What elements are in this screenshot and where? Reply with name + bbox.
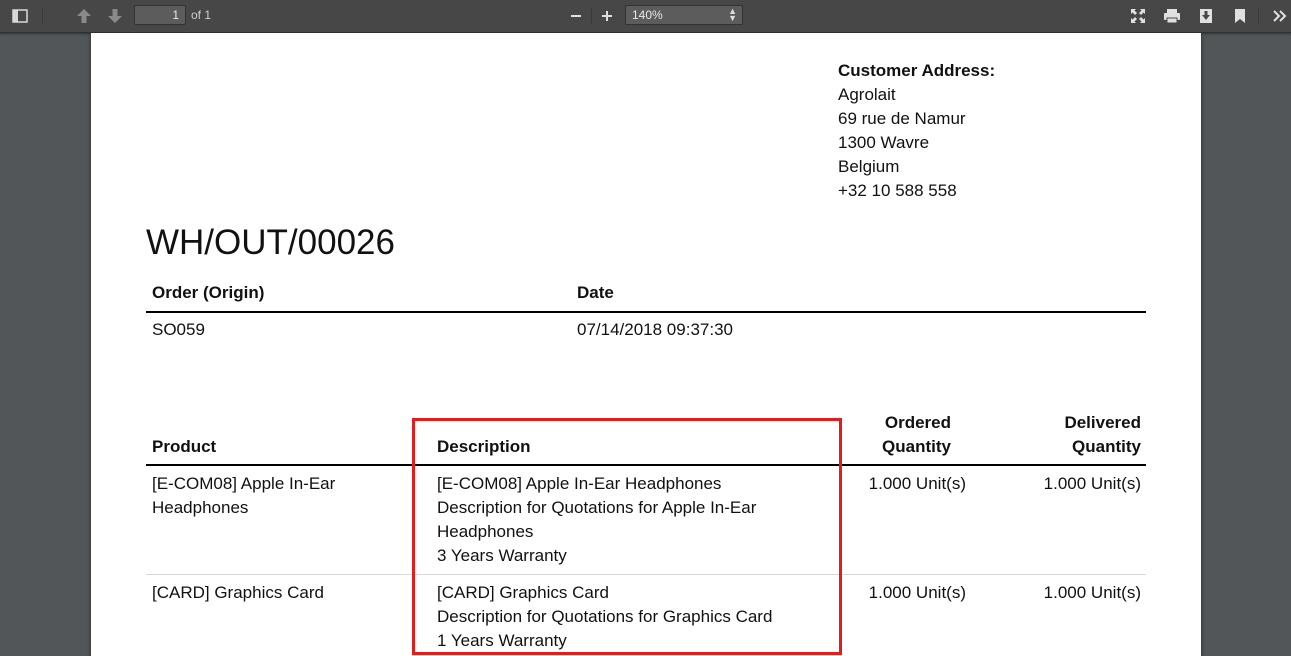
- arrow-up-icon: [77, 9, 91, 23]
- customer-address: Customer Address: Agrolait 69 rue de Nam…: [838, 59, 995, 203]
- description-line: [CARD] Graphics Card: [437, 583, 609, 602]
- header-product: Product: [152, 437, 217, 456]
- header-delivered-quantity: Delivered Quantity: [1021, 411, 1141, 459]
- header-ordered-quantity: Ordered Quantity: [851, 411, 951, 459]
- description-line: [E-COM08] Apple In-Ear Headphones: [437, 474, 722, 493]
- sidebar-toggle-button[interactable]: [8, 4, 32, 28]
- zoom-in-button[interactable]: [595, 4, 619, 28]
- row-divider: [146, 574, 1146, 575]
- tools-button[interactable]: [1268, 4, 1291, 28]
- zoom-select[interactable]: 140% ▲ ▼: [625, 5, 743, 25]
- page-count: of 1: [191, 8, 212, 22]
- header-order-origin: Order (Origin): [152, 283, 265, 302]
- table-header-rule: [146, 464, 1146, 466]
- pdf-page: Customer Address: Agrolait 69 rue de Nam…: [91, 33, 1201, 656]
- document-viewer[interactable]: Customer Address: Agrolait 69 rue de Nam…: [0, 33, 1291, 656]
- description-cell: [E-COM08] Apple In-Ear Headphones Descri…: [437, 472, 756, 568]
- description-line: 1 Years Warranty: [437, 631, 567, 650]
- customer-address-heading: Customer Address:: [838, 61, 996, 80]
- download-button[interactable]: [1194, 4, 1218, 28]
- document-title: WH/OUT/00026: [146, 223, 395, 262]
- header-description: Description: [437, 437, 531, 456]
- description-cell: [CARD] Graphics Card Description for Quo…: [437, 581, 772, 653]
- delivered-quantity-cell: 1.000 Unit(s): [1043, 583, 1141, 602]
- address-line: 1300 Wavre: [838, 133, 930, 152]
- header-delivered-line: Delivered: [1064, 413, 1141, 432]
- header-ordered-line: Ordered: [884, 413, 951, 432]
- address-line: 69 rue de Namur: [838, 109, 966, 128]
- zoom-out-button[interactable]: [564, 4, 588, 28]
- product-cell: [E-COM08] Apple In-Ear Headphones: [152, 472, 335, 520]
- print-button[interactable]: [1160, 4, 1184, 28]
- toolbar-separator: [1258, 8, 1259, 24]
- fullscreen-icon: [1131, 9, 1145, 23]
- presentation-mode-button[interactable]: [1126, 4, 1150, 28]
- arrow-down-icon: [108, 9, 122, 23]
- header-delivered-line: Quantity: [1072, 437, 1141, 456]
- header-date: Date: [577, 283, 614, 302]
- page-number-input[interactable]: [134, 5, 186, 25]
- ordered-quantity-cell: 1.000 Unit(s): [868, 583, 966, 602]
- download-icon: [1200, 9, 1212, 23]
- description-line: 3 Years Warranty: [437, 546, 567, 565]
- address-line: Belgium: [838, 157, 900, 176]
- zoom-value: 140%: [632, 8, 663, 22]
- next-page-button[interactable]: [103, 4, 127, 28]
- description-line: Headphones: [437, 522, 534, 541]
- plus-icon: [602, 11, 612, 21]
- ordered-quantity-cell: 1.000 Unit(s): [868, 474, 966, 493]
- date-value: 07/14/2018 09:37:30: [577, 320, 733, 339]
- address-line: +32 10 588 558: [838, 181, 957, 200]
- product-name-line: Headphones: [152, 498, 249, 517]
- bookmark-icon: [1235, 9, 1245, 23]
- double-chevron-right-icon: [1273, 10, 1287, 22]
- pdf-toolbar: of 1 140% ▲▼: [0, 0, 1291, 33]
- header-ordered-line: Quantity: [882, 437, 951, 456]
- description-line: Description for Quotations for Graphics …: [437, 607, 773, 626]
- product-name-line: [E-COM08] Apple In-Ear: [152, 474, 336, 493]
- toolbar-separator: [591, 8, 592, 24]
- product-cell: [CARD] Graphics Card: [152, 583, 324, 602]
- toolbar-separator: [42, 8, 43, 24]
- address-line: Agrolait: [838, 85, 896, 104]
- minus-icon: [571, 15, 581, 17]
- description-line: Description for Quotations for Apple In-…: [437, 498, 757, 517]
- order-origin-value: SO059: [152, 320, 205, 339]
- previous-page-button[interactable]: [72, 4, 96, 28]
- delivered-quantity-cell: 1.000 Unit(s): [1043, 474, 1141, 493]
- sidebar-toggle-icon: [12, 9, 28, 23]
- table-header-rule: [146, 311, 1146, 313]
- bookmark-button[interactable]: [1228, 4, 1252, 28]
- print-icon: [1164, 9, 1180, 24]
- select-caret-icon: ▲ ▼: [728, 6, 737, 23]
